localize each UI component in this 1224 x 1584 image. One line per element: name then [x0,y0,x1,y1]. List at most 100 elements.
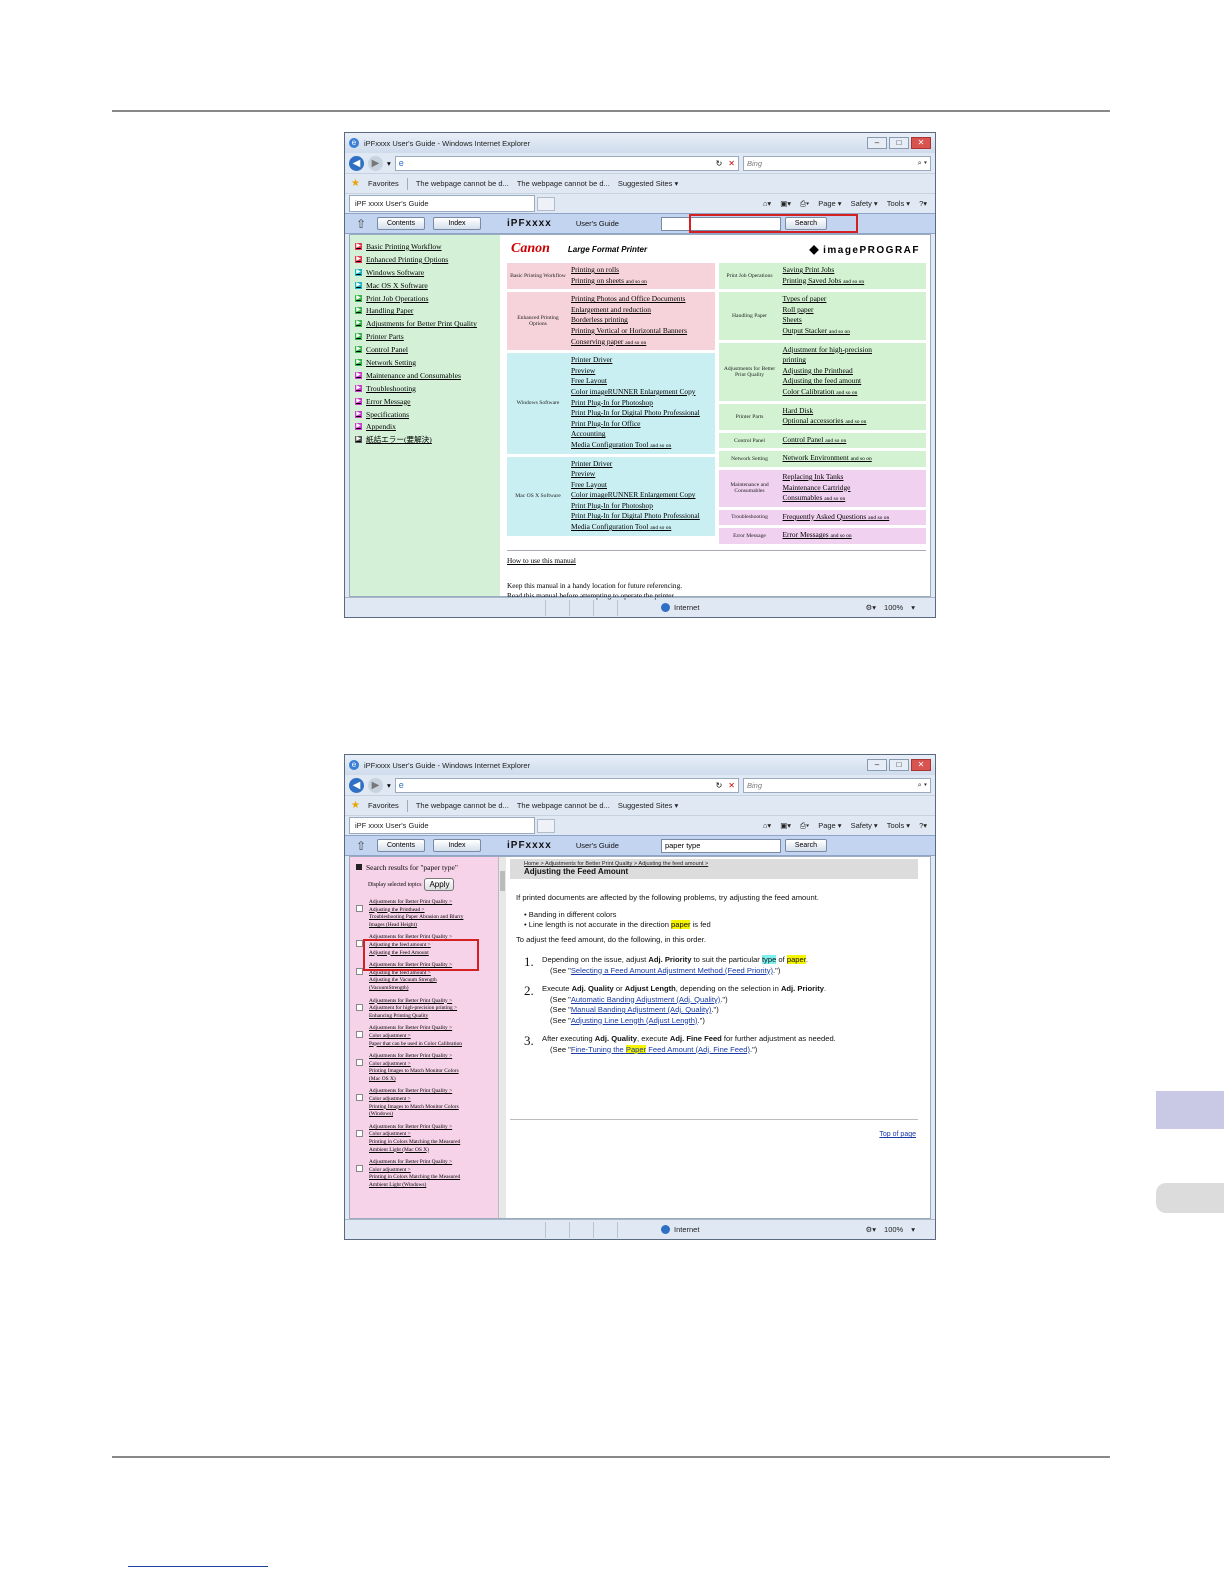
result-checkbox[interactable] [356,968,363,976]
nav-item[interactable]: ▶ Control Panel [355,343,495,356]
feed-priority-link[interactable]: Selecting a Feed Amount Adjustment Metho… [571,966,773,975]
tab-users-guide[interactable]: iPF xxxx User's Guide [349,195,535,212]
fine-feed-link[interactable]: Fine-Tuning the Paper Feed Amount (Adj. … [571,1044,750,1054]
topic-link[interactable]: Types of paper [783,294,927,305]
address-input[interactable]: e ↻ ✕ [394,155,739,171]
safety-menu[interactable]: Safety ▾ [851,821,878,831]
topic-link[interactable]: Print Plug-In for Digital Photo Professi… [571,511,715,522]
manual-search-button[interactable]: Search [784,839,827,852]
how-to-use-link[interactable]: How to use this manual [507,556,576,565]
nav-item[interactable]: ▶ Maintenance and Consumables [355,369,495,382]
result-item[interactable]: Adjustments for Better Print Quality > Co… [356,1088,492,1118]
topic-link[interactable]: Color imageRUNNER Enlargement Copy [571,387,715,398]
stop-icon[interactable]: ✕ [728,781,735,790]
zoom-dropdown-icon[interactable]: ▾ [911,603,915,612]
result-checkbox[interactable] [356,1165,363,1173]
nav-item[interactable]: ▶ Specifications [355,408,495,421]
close-button[interactable]: ✕ [911,137,931,149]
topic-link[interactable]: Printer Driver [571,355,715,366]
zoom-level[interactable]: 100% [884,603,903,612]
topic-link[interactable]: Conserving paper and so on [571,337,715,349]
result-checkbox[interactable] [356,940,363,948]
nav-item[interactable]: ▶ Troubleshooting [355,382,495,395]
address-input[interactable]: e ↻ ✕ [394,777,739,793]
nav-item[interactable]: ▶ Handling Paper [355,304,495,317]
result-checkbox[interactable] [356,1129,363,1137]
feeds-icon[interactable]: ▣▾ [780,821,791,831]
nav-item[interactable]: ▶ Enhanced Printing Options [355,253,495,266]
fav-item-1[interactable]: The webpage cannot be d... [416,801,509,810]
topic-link[interactable]: Preview [571,469,715,480]
suggested-sites[interactable]: Suggested Sites ▾ [618,801,678,810]
nav-item[interactable]: ▶ Basic Printing Workflow [355,240,495,253]
close-button[interactable]: ✕ [911,759,931,771]
history-dropdown-icon[interactable]: ▾ [387,781,391,790]
topic-link[interactable]: Optional accessories and so on [783,416,927,428]
safety-menu[interactable]: Safety ▾ [851,199,878,209]
manual-search-input[interactable]: paper type [660,838,781,853]
topic-link[interactable]: Roll paper [783,305,927,316]
home-icon[interactable]: ⌂▾ [763,199,771,209]
nav-item[interactable]: ▶ Windows Software [355,266,495,279]
topic-link[interactable]: Free Layout [571,480,715,491]
topic-link[interactable]: Preview [571,366,715,377]
forward-arrow-icon[interactable]: ▶ [368,155,383,171]
topic-link[interactable]: printing [783,355,927,366]
search-box[interactable]: Bing ⌕ ▾ [743,155,931,171]
footer-link-underline[interactable] [128,1566,268,1567]
print-icon[interactable]: ⎙▾ [800,821,809,831]
zoom-dropdown-icon[interactable]: ▾ [911,1225,915,1234]
protected-mode-icon[interactable]: ⚙▾ [866,1225,877,1234]
result-item[interactable]: Adjustments for Better Print Quality > Co… [356,1124,492,1154]
topic-link[interactable]: Print Plug-In for Office [571,419,715,430]
scroll-thumb[interactable] [500,871,505,891]
manual-home-icon[interactable]: ⇧ [351,838,371,854]
favorites-button[interactable]: Favorites [368,801,399,810]
search-icon[interactable]: ⌕ ▾ [918,158,927,168]
nav-item[interactable]: ▶ Network Setting [355,356,495,369]
maximize-button[interactable]: □ [889,759,909,771]
topic-link[interactable]: Media Configuration Tool and so on [571,522,715,534]
topic-link[interactable]: Color Calibration and so on [783,387,927,399]
topic-link[interactable]: Replacing Ink Tanks [783,472,927,483]
maximize-button[interactable]: □ [889,137,909,149]
result-checkbox[interactable] [356,905,363,912]
nav-item[interactable]: ▶ Print Job Operations [355,292,495,305]
help-icon[interactable]: ?▾ [919,821,927,831]
stop-icon[interactable]: ✕ [728,159,735,168]
result-checkbox[interactable] [356,1059,363,1067]
tools-menu[interactable]: Tools ▾ [887,199,910,209]
minimize-button[interactable]: – [867,759,887,771]
topic-link[interactable]: Printing Photos and Office Documents [571,294,715,305]
topic-link[interactable]: Error Messages and so on [783,530,927,542]
result-item[interactable]: Adjustments for Better Print Quality > Ad… [356,998,492,1021]
topic-link[interactable]: Media Configuration Tool and so on [571,440,715,452]
topic-link[interactable]: Printing on sheets and so on [571,276,715,288]
topic-link[interactable]: Sheets [783,315,927,326]
manual-banding-link[interactable]: Manual Banding Adjustment (Adj. Quality) [571,1005,712,1014]
contents-button[interactable]: Contents [377,839,425,852]
topic-link[interactable]: Output Stacker and so on [783,326,927,338]
print-icon[interactable]: ⎙▾ [800,199,809,209]
top-of-page-link[interactable]: Top of page [879,1131,916,1138]
search-box[interactable]: Bing ⌕ ▾ [743,777,931,793]
refresh-icon[interactable]: ↻ [716,159,723,168]
topic-link[interactable]: Print Plug-In for Photoshop [571,501,715,512]
result-checkbox[interactable] [356,1031,363,1039]
suggested-sites[interactable]: Suggested Sites ▾ [618,179,678,188]
result-item[interactable]: Adjustments for Better Print Quality > Co… [356,1159,492,1189]
fav-item-1[interactable]: The webpage cannot be d... [416,179,509,188]
apply-button[interactable]: Apply [424,878,455,891]
topic-link[interactable]: Hard Disk [783,406,927,417]
index-button[interactable]: Index [433,839,481,852]
new-tab-button[interactable] [537,196,555,211]
topic-link[interactable]: Enlargement and reduction [571,305,715,316]
topic-link[interactable]: Maintenance Cartridge [783,483,927,494]
index-button[interactable]: Index [433,217,481,230]
forward-arrow-icon[interactable]: ▶ [368,777,383,793]
topic-link[interactable]: Network Environment and so on [783,453,927,465]
topic-link[interactable]: Free Layout [571,376,715,387]
refresh-icon[interactable]: ↻ [716,781,723,790]
contents-button[interactable]: Contents [377,217,425,230]
back-arrow-icon[interactable]: ◀ [349,155,364,171]
